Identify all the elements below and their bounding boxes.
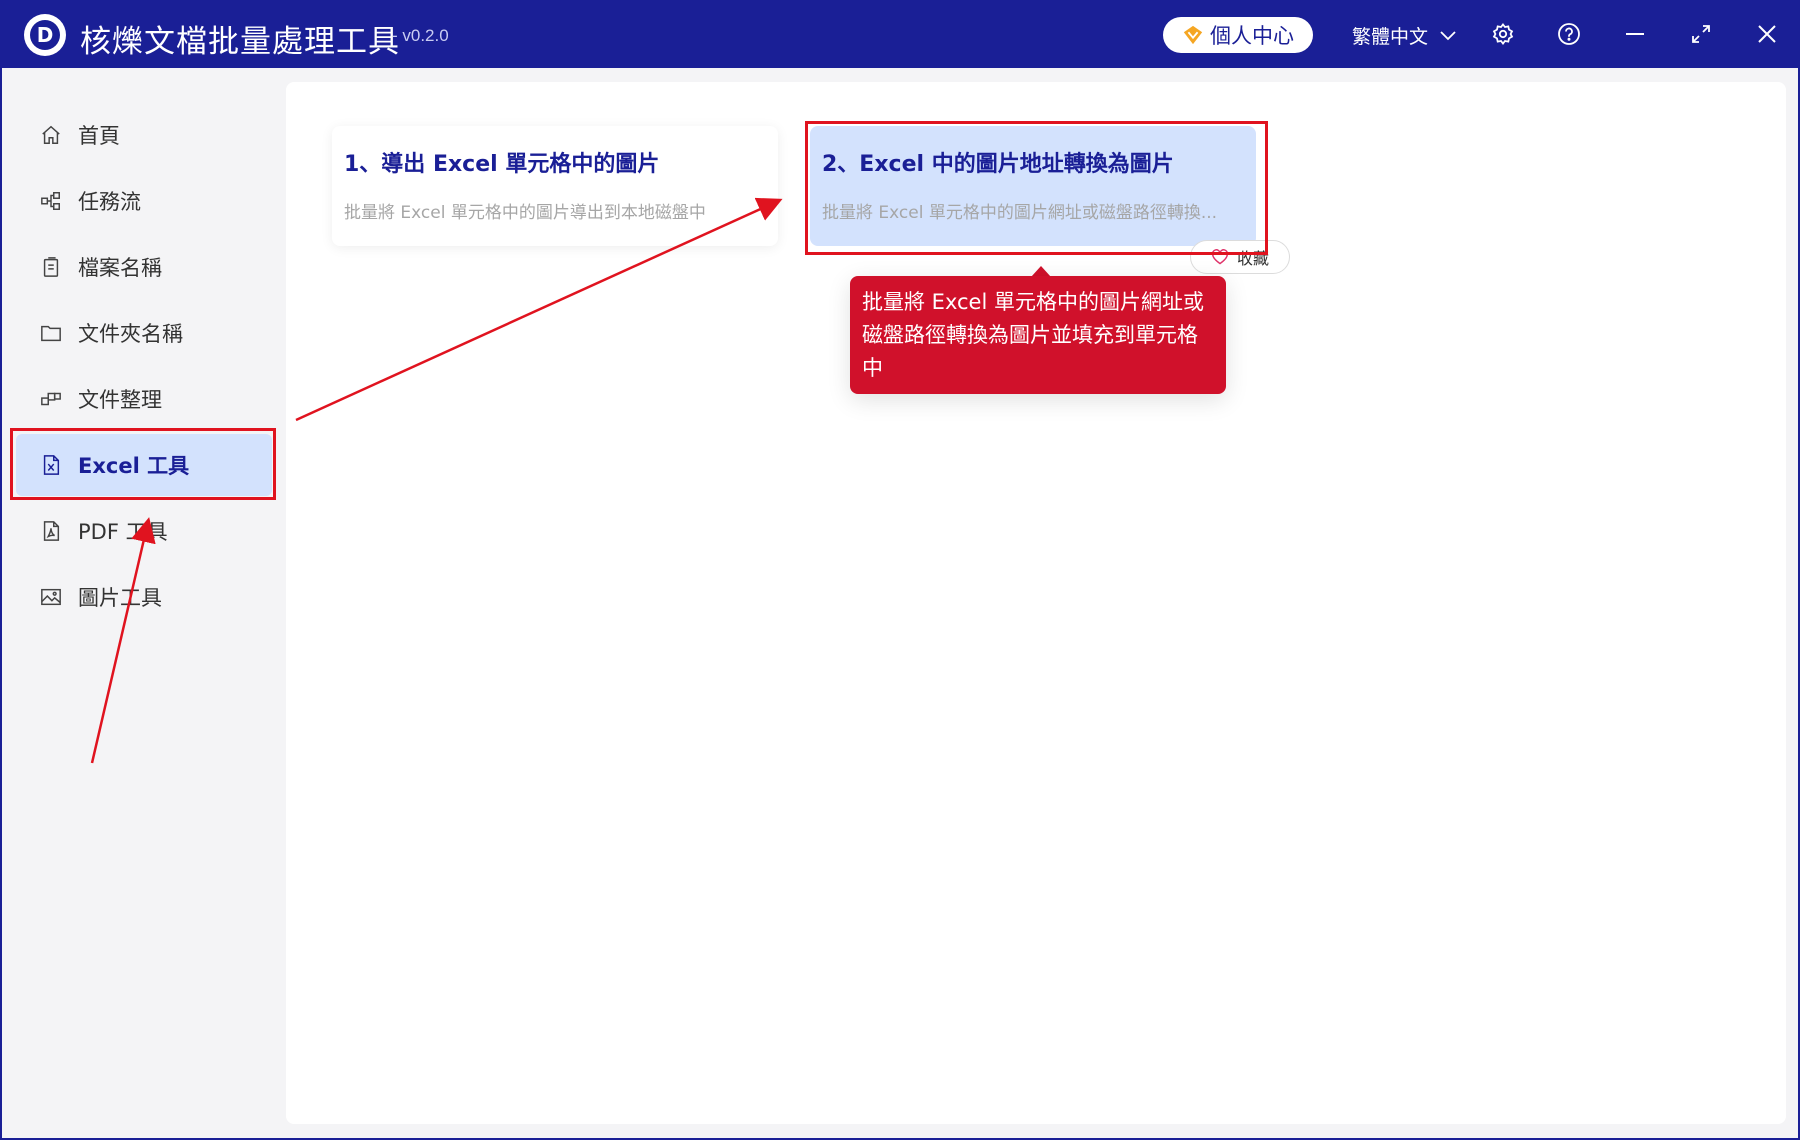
app-title: 核爍文檔批量處理工具	[80, 24, 400, 60]
sidebar-item-label: 首頁	[78, 124, 120, 148]
card-description: 批量將 Excel 單元格中的圖片導出到本地磁盤中	[344, 203, 706, 223]
settings-icon[interactable]	[1489, 20, 1517, 48]
sidebar-item-organize[interactable]: 文件整理	[16, 368, 272, 430]
app-version: - v0.2.0	[392, 26, 449, 45]
card-title: 2、Excel 中的圖片地址轉換為圖片	[822, 152, 1174, 177]
tooltip-line: 中	[862, 356, 883, 380]
sidebar-item-file-name[interactable]: 檔案名稱	[16, 236, 272, 298]
vip-center-label: 個人中心	[1210, 24, 1294, 48]
sidebar-item-label: PDF 工具	[78, 520, 168, 544]
sidebar-item-label: 文件整理	[78, 388, 162, 412]
excel-file-icon	[43, 455, 60, 475]
description-tooltip: 批量將 Excel 單元格中的圖片網址或 磁盤路徑轉換為圖片並填充到單元格 中	[850, 276, 1226, 394]
sidebar-item-home[interactable]: 首頁	[16, 104, 272, 166]
favorite-label: 收藏	[1236, 249, 1269, 268]
favorite-button[interactable]: 收藏	[1190, 240, 1290, 274]
app-window: 首頁 任務流 檔案名稱 文件夾名稱 文件整理 Excel 工具 PDF 工具 圖…	[2, 68, 1798, 1138]
app-logo: D	[24, 14, 66, 56]
home-icon	[42, 125, 60, 144]
tooltip-line: 磁盤路徑轉換為圖片並填充到單元格	[862, 323, 1198, 347]
chevron-down-icon	[1440, 30, 1456, 40]
sidebar-item-label: Excel 工具	[78, 454, 190, 478]
minimize-icon[interactable]	[1621, 20, 1649, 48]
heart-icon	[1211, 249, 1229, 265]
logo-letter: D	[30, 20, 60, 50]
vip-diamond-icon	[1183, 25, 1203, 45]
tool-card-url-to-image[interactable]: 2、Excel 中的圖片地址轉換為圖片 批量將 Excel 單元格中的圖片網址或…	[810, 126, 1256, 246]
sidebar: 首頁 任務流 檔案名稱 文件夾名稱 文件整理 Excel 工具 PDF 工具 圖…	[2, 68, 272, 628]
close-icon[interactable]	[1753, 20, 1781, 48]
pdf-file-icon	[43, 521, 60, 541]
sidebar-item-excel-tools[interactable]: Excel 工具	[16, 434, 272, 496]
language-value: 繁體中文	[1352, 26, 1429, 48]
file-name-icon	[43, 257, 59, 277]
workflow-icon	[41, 192, 60, 210]
card-title: 1、導出 Excel 單元格中的圖片	[344, 152, 660, 177]
maximize-icon[interactable]	[1687, 20, 1715, 48]
title-bar: D 核爍文檔批量處理工具 - v0.2.0 個人中心 繁體中文	[0, 0, 1800, 68]
sidebar-item-label: 檔案名稱	[78, 256, 162, 280]
vip-center-button[interactable]: 個人中心	[1163, 17, 1313, 53]
tooltip-line: 批量將 Excel 單元格中的圖片網址或	[862, 290, 1204, 314]
tool-card-export-images[interactable]: 1、導出 Excel 單元格中的圖片 批量將 Excel 單元格中的圖片導出到本…	[332, 126, 778, 246]
sidebar-item-label: 文件夾名稱	[78, 322, 183, 346]
organize-icon	[41, 392, 61, 406]
language-select[interactable]: 繁體中文	[1352, 22, 1456, 49]
sidebar-item-label: 圖片工具	[78, 586, 162, 610]
help-icon[interactable]	[1555, 20, 1583, 48]
sidebar-item-workflow[interactable]: 任務流	[16, 170, 272, 232]
main-content: 1、導出 Excel 單元格中的圖片 批量將 Excel 單元格中的圖片導出到本…	[286, 82, 1786, 1124]
sidebar-item-label: 任務流	[78, 190, 141, 214]
sidebar-item-folder-name[interactable]: 文件夾名稱	[16, 302, 272, 364]
sidebar-item-pdf-tools[interactable]: PDF 工具	[16, 500, 272, 562]
card-description: 批量將 Excel 單元格中的圖片網址或磁盤路徑轉換...	[822, 203, 1218, 223]
folder-icon	[41, 325, 61, 342]
image-icon	[41, 588, 61, 606]
sidebar-item-image-tools[interactable]: 圖片工具	[16, 566, 272, 628]
